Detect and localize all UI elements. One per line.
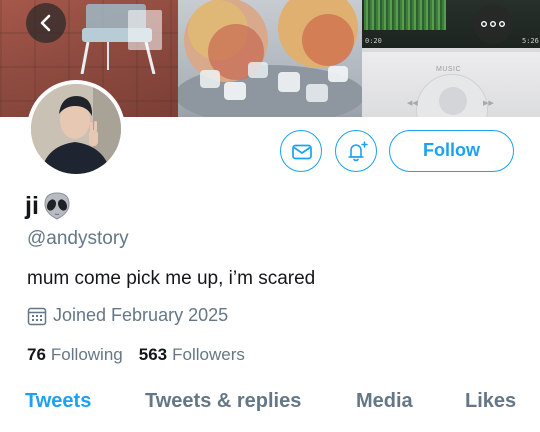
banner-photo-screens: 0:20 5:26 MUSIC ◀◀ ▶▶ bbox=[362, 0, 540, 117]
display-name-row: ji bbox=[25, 190, 72, 222]
following-count: 76 bbox=[27, 345, 46, 364]
chevron-left-icon bbox=[40, 14, 51, 32]
profile-tabs: Tweets Tweets & replies Media Likes bbox=[0, 390, 540, 422]
username-handle: @andystory bbox=[27, 228, 129, 249]
profile-bio: mum come pick me up, i’m scared bbox=[27, 268, 316, 289]
video-time-elapsed: 0:20 bbox=[365, 37, 382, 45]
tab-tweets[interactable]: Tweets bbox=[25, 390, 91, 413]
more-horizontal-icon bbox=[481, 21, 505, 27]
calendar-icon bbox=[27, 307, 47, 325]
message-button[interactable] bbox=[280, 130, 322, 172]
joined-date: Joined February 2025 bbox=[53, 305, 229, 325]
followers-count: 563 bbox=[138, 345, 168, 364]
previous-track-icon: ◀◀ bbox=[407, 100, 418, 107]
follow-button[interactable]: Follow bbox=[389, 130, 514, 172]
video-time-total: 5:26 bbox=[522, 37, 539, 45]
joined-date-row: Joined February 2025 bbox=[27, 305, 228, 326]
next-track-icon: ▶▶ bbox=[483, 100, 494, 107]
notifications-button[interactable] bbox=[335, 130, 377, 172]
mail-icon bbox=[292, 144, 312, 160]
avatar-photo bbox=[31, 84, 121, 174]
tab-tweets-and-replies[interactable]: Tweets & replies bbox=[145, 390, 301, 413]
display-name: ji bbox=[25, 191, 39, 220]
follow-stats: 76 Following 563 Followers bbox=[27, 345, 245, 365]
followers-link[interactable]: 563 Followers bbox=[139, 345, 245, 365]
more-options-button[interactable] bbox=[473, 4, 513, 44]
avatar[interactable] bbox=[27, 80, 125, 178]
video-thumbnail: 0:20 5:26 bbox=[362, 0, 540, 48]
tab-likes[interactable]: Likes bbox=[465, 390, 516, 413]
following-label: Following bbox=[50, 345, 123, 364]
alien-icon bbox=[44, 192, 70, 220]
banner-photo-peaches bbox=[178, 0, 362, 117]
back-button[interactable] bbox=[26, 3, 66, 43]
music-label: MUSIC bbox=[436, 66, 462, 73]
bell-plus-icon bbox=[348, 141, 368, 162]
tab-media[interactable]: Media bbox=[356, 390, 413, 413]
following-link[interactable]: 76 Following bbox=[27, 345, 123, 365]
followers-label: Followers bbox=[172, 345, 245, 364]
